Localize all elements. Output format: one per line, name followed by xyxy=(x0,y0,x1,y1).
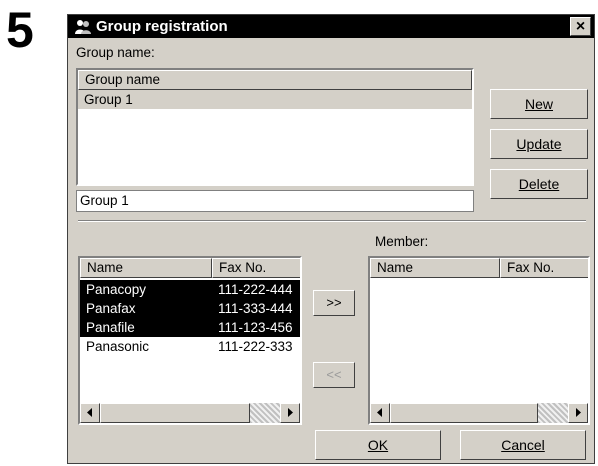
scroll-left-button[interactable] xyxy=(80,403,100,423)
group-item-label: Group 1 xyxy=(84,92,133,107)
add-label: >> xyxy=(326,295,342,310)
row-name: Panafax xyxy=(86,301,136,316)
group-list[interactable]: Group name Group 1 xyxy=(76,68,474,186)
separator xyxy=(78,220,586,222)
row-name: Panacopy xyxy=(86,282,147,297)
arrow-left-icon xyxy=(87,408,92,417)
ok-button[interactable]: OK xyxy=(315,430,441,460)
group-list-header[interactable]: Group name xyxy=(78,70,472,90)
close-icon: × xyxy=(575,18,586,35)
scroll-thumb[interactable] xyxy=(100,403,250,423)
delete-label: Delete xyxy=(518,176,560,192)
row-name: Panafile xyxy=(86,320,135,335)
row-fax: 111-123-456 xyxy=(218,320,293,335)
group-name-label: Group name: xyxy=(76,45,155,60)
directory-list[interactable]: Name Fax No. Panacopy 111-222-444 Panafa… xyxy=(78,256,302,425)
update-button[interactable]: Update xyxy=(490,129,588,159)
directory-hscrollbar[interactable] xyxy=(80,403,300,423)
directory-col-name[interactable]: Name xyxy=(80,258,212,278)
member-list[interactable]: Name Fax No. xyxy=(368,256,590,425)
group-registration-dialog: Group registration × Group name: Group n… xyxy=(67,14,595,464)
dialog-title: Group registration xyxy=(96,18,228,35)
new-label: New xyxy=(524,96,553,112)
scroll-thumb[interactable] xyxy=(390,403,538,423)
directory-row[interactable]: Panafile 111-123-456 xyxy=(80,318,300,337)
cancel-label: Cancel xyxy=(501,437,545,453)
remove-label: << xyxy=(326,367,342,382)
new-button[interactable]: New xyxy=(490,89,588,119)
group-people-icon xyxy=(75,20,91,34)
scroll-left-button[interactable] xyxy=(370,403,390,423)
group-name-input[interactable]: Group 1 xyxy=(76,190,474,212)
scroll-right-button[interactable] xyxy=(280,403,300,423)
directory-col-fax[interactable]: Fax No. xyxy=(212,258,300,278)
arrow-right-icon xyxy=(576,408,581,417)
member-hscrollbar[interactable] xyxy=(370,403,588,423)
row-fax: 111-222-333 xyxy=(218,339,293,354)
directory-row[interactable]: Panafax 111-333-444 xyxy=(80,299,300,318)
row-fax: 111-222-444 xyxy=(218,282,293,297)
title-bar[interactable]: Group registration × xyxy=(68,15,594,38)
scroll-right-button[interactable] xyxy=(568,403,588,423)
scroll-track[interactable] xyxy=(250,403,280,423)
group-list-item[interactable]: Group 1 xyxy=(78,90,472,109)
close-button[interactable]: × xyxy=(570,17,591,36)
arrow-left-icon xyxy=(377,408,382,417)
delete-button[interactable]: Delete xyxy=(490,169,588,199)
group-name-input-value: Group 1 xyxy=(80,193,129,208)
row-name: Panasonic xyxy=(86,339,150,354)
directory-row[interactable]: Panasonic 111-222-333 xyxy=(80,337,300,356)
step-number: 5 xyxy=(6,2,34,58)
remove-member-button[interactable]: << xyxy=(313,362,355,388)
update-label: Update xyxy=(516,136,562,152)
directory-row[interactable]: Panacopy 111-222-444 xyxy=(80,280,300,299)
member-col-fax[interactable]: Fax No. xyxy=(500,258,588,278)
member-col-name[interactable]: Name xyxy=(370,258,500,278)
arrow-right-icon xyxy=(288,408,293,417)
scroll-track[interactable] xyxy=(538,403,568,423)
ok-label: OK xyxy=(367,437,389,453)
add-member-button[interactable]: >> xyxy=(313,290,355,316)
member-label: Member: xyxy=(375,234,429,249)
cancel-button[interactable]: Cancel xyxy=(460,430,586,460)
row-fax: 111-333-444 xyxy=(218,301,293,316)
